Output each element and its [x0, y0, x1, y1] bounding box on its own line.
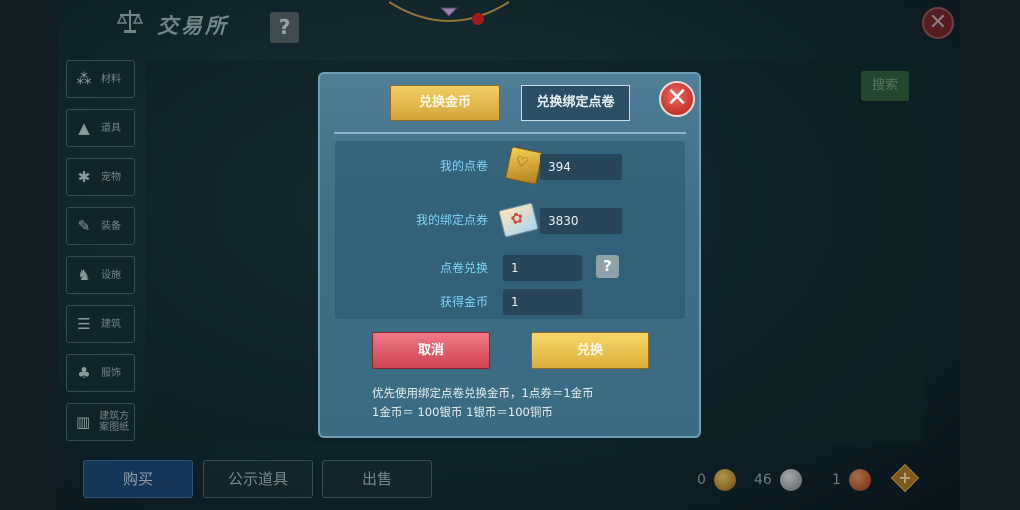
- tab-exchange-gold[interactable]: 兑换金币: [390, 85, 500, 121]
- my-points-value: 394: [540, 154, 622, 180]
- dialog-close-button[interactable]: ✕: [659, 81, 695, 117]
- gain-gold-label: 获得金币: [439, 295, 488, 309]
- left-letterbox: [0, 0, 57, 510]
- my-bound-points-label: 我的绑定点券: [415, 213, 488, 227]
- exchange-help-button[interactable]: ?: [596, 255, 619, 278]
- tab-exchange-bound-points[interactable]: 兑换绑定点卷: [521, 85, 630, 121]
- gain-gold-value: 1: [503, 289, 582, 315]
- exchange-note-line2: 1金币＝ 100银币 1银币＝100铜币: [372, 405, 553, 419]
- exchange-dialog: 兑换金币 兑换绑定点卷 ✕ 我的点卷 394 我的绑定点券 3830 点卷兑换 …: [318, 72, 701, 438]
- my-points-label: 我的点卷: [439, 159, 488, 173]
- point-ticket-icon: [504, 146, 544, 185]
- cancel-button[interactable]: 取消: [372, 332, 490, 369]
- exchange-amount-input[interactable]: 1: [503, 255, 582, 281]
- my-bound-points-value: 3830: [540, 208, 622, 234]
- right-letterbox: [960, 0, 1020, 510]
- divider: [334, 132, 686, 134]
- exchange-confirm-button[interactable]: 兑换: [531, 332, 649, 369]
- exchange-note-line1: 优先使用绑定点卷兑换金币，1点券＝1金币: [372, 386, 594, 400]
- exchange-amount-label: 点卷兑换: [439, 261, 488, 275]
